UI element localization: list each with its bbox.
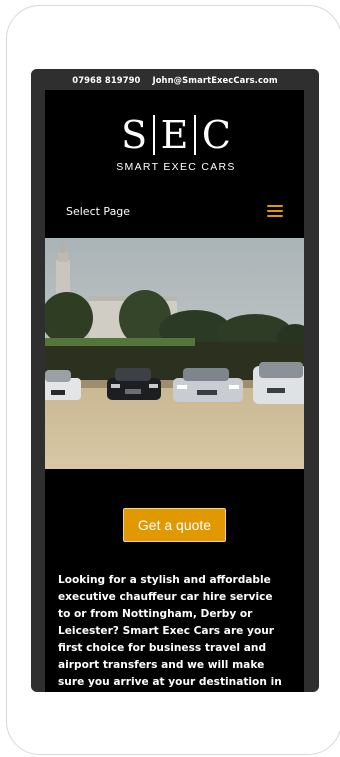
hero-photo [45,238,304,469]
logo-letter-s: S [121,112,148,157]
device-screen: 07968 819790 John@SmartExecCars.com S E … [31,69,319,692]
select-page-label[interactable]: Select Page [66,205,130,218]
logo-letters: S E C [121,112,231,157]
logo-subtitle: SMART EXEC CARS [116,160,236,173]
hamburger-menu-icon[interactable] [267,205,283,217]
top-contact-bar: 07968 819790 John@SmartExecCars.com [31,69,319,90]
intro-paragraph: Looking for a stylish and affordable exe… [58,574,282,688]
mobile-nav-bar: Select Page [45,190,304,232]
email-link[interactable]: John@SmartExecCars.com [152,75,277,85]
phone-number-link[interactable]: 07968 819790 [72,75,140,85]
logo-letter-e: E [160,112,189,157]
site-page: S E C SMART EXEC CARS Select Page Get a … [45,90,304,692]
logo-divider [194,114,196,155]
logo-letter-c: C [201,112,231,157]
cta-container: Get a quote [45,508,304,542]
get-a-quote-button[interactable]: Get a quote [122,508,227,542]
logo-divider [153,114,155,155]
site-logo[interactable]: S E C SMART EXEC CARS [116,105,236,182]
